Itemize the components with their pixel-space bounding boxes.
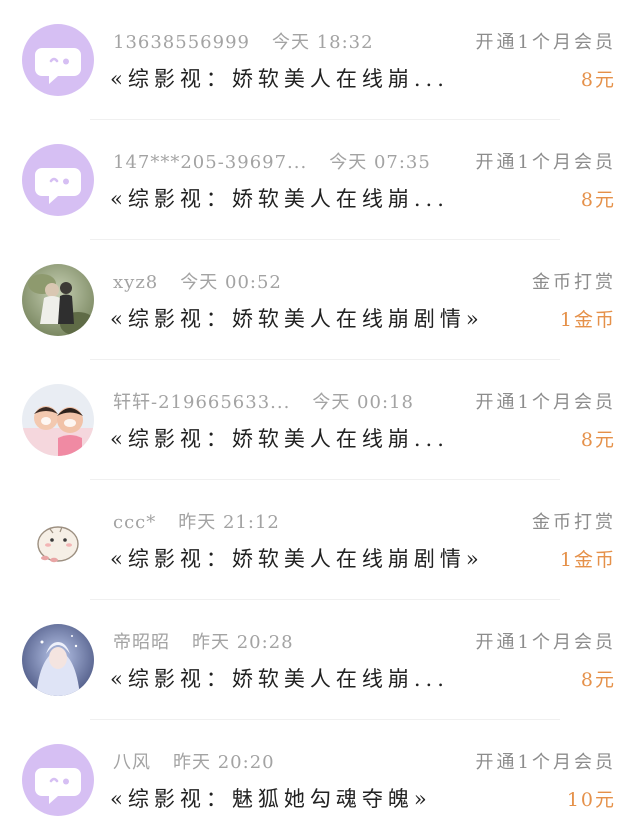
meta-line: 八风 昨天 20:20 — [113, 750, 275, 776]
action-label: 金币打赏 — [532, 512, 616, 533]
user-name: 147***205-39697... — [113, 152, 308, 173]
avatar[interactable] — [22, 144, 94, 216]
book-title: «综影视：魅狐她勾魂夺魄» — [110, 787, 432, 811]
list-item[interactable]: xyz8 今天 00:52 «综影视：娇软美人在线崩剧情» 金币打赏 1金币 — [0, 240, 640, 360]
action-label: 开通1个月会员 — [475, 152, 616, 173]
list-item[interactable]: ccc* 昨天 21:12 «综影视：娇软美人在线崩剧情» 金币打赏 1金币 — [0, 480, 640, 600]
list-item[interactable]: 帝昭昭 昨天 20:28 «综影视：娇软美人在线崩... 开通1个月会员 8元 — [0, 600, 640, 720]
avatar[interactable] — [22, 384, 94, 456]
avatar[interactable] — [22, 24, 94, 96]
photo-children-icon — [22, 384, 94, 456]
list-item[interactable]: 八风 昨天 20:20 «综影视：魅狐她勾魂夺魄» 开通1个月会员 10元 — [0, 720, 640, 840]
action-label: 开通1个月会员 — [475, 752, 616, 773]
timestamp: 昨天 20:28 — [192, 632, 294, 653]
amount-label: 1金币 — [559, 549, 616, 571]
meta-line: 帝昭昭 昨天 20:28 — [113, 630, 294, 656]
timestamp: 昨天 20:20 — [173, 752, 275, 773]
chat-bubble-icon — [35, 168, 81, 204]
amount-label: 8元 — [580, 69, 616, 91]
avatar[interactable] — [22, 264, 94, 336]
avatar[interactable] — [22, 624, 94, 696]
user-name: 13638556999 — [113, 32, 250, 53]
list-item[interactable]: 轩轩-219665633... 今天 00:18 «综影视：娇软美人在线崩... … — [0, 360, 640, 480]
book-title: «综影视：娇软美人在线崩... — [110, 667, 449, 691]
action-label: 开通1个月会员 — [475, 32, 616, 53]
book-title: «综影视：娇软美人在线崩... — [110, 427, 449, 451]
chat-bubble-icon — [35, 768, 81, 804]
list-item[interactable]: 13638556999 今天 18:32 «综影视：娇软美人在线崩... 开通1个… — [0, 0, 640, 120]
book-title: «综影视：娇软美人在线崩... — [110, 67, 449, 91]
book-title: «综影视：娇软美人在线崩剧情» — [110, 547, 484, 571]
amount-label: 8元 — [580, 669, 616, 691]
action-label: 开通1个月会员 — [475, 392, 616, 413]
avatar[interactable] — [22, 504, 94, 576]
hamster-icon — [22, 504, 94, 576]
meta-line: xyz8 今天 00:52 — [113, 270, 282, 296]
user-name: 帝昭昭 — [113, 632, 170, 653]
meta-line: 13638556999 今天 18:32 — [113, 30, 374, 56]
amount-label: 8元 — [580, 429, 616, 451]
anime-girl-icon — [22, 624, 94, 696]
timestamp: 今天 00:18 — [312, 392, 414, 413]
meta-line: ccc* 昨天 21:12 — [113, 510, 280, 536]
timestamp: 今天 07:35 — [329, 152, 431, 173]
chat-bubble-icon — [35, 48, 81, 84]
timestamp: 今天 18:32 — [271, 32, 374, 53]
action-label: 金币打赏 — [532, 272, 616, 293]
amount-label: 8元 — [580, 189, 616, 211]
action-label: 开通1个月会员 — [475, 632, 616, 653]
user-name: ccc* — [113, 512, 157, 533]
book-title: «综影视：娇软美人在线崩... — [110, 187, 449, 211]
list-item[interactable]: 147***205-39697... 今天 07:35 «综影视：娇软美人在线崩.… — [0, 120, 640, 240]
amount-label: 10元 — [566, 789, 616, 811]
user-name: xyz8 — [113, 272, 159, 293]
user-name: 轩轩-219665633... — [113, 392, 291, 413]
photo-couple-icon — [22, 264, 94, 336]
meta-line: 147***205-39697... 今天 07:35 — [113, 150, 431, 176]
meta-line: 轩轩-219665633... 今天 00:18 — [113, 390, 414, 416]
amount-label: 1金币 — [559, 309, 616, 331]
supporter-list: 13638556999 今天 18:32 «综影视：娇软美人在线崩... 开通1个… — [0, 0, 640, 833]
book-title: «综影视：娇软美人在线崩剧情» — [110, 307, 484, 331]
timestamp: 今天 00:52 — [180, 272, 282, 293]
timestamp: 昨天 21:12 — [178, 512, 280, 533]
avatar[interactable] — [22, 744, 94, 816]
user-name: 八风 — [113, 752, 151, 773]
